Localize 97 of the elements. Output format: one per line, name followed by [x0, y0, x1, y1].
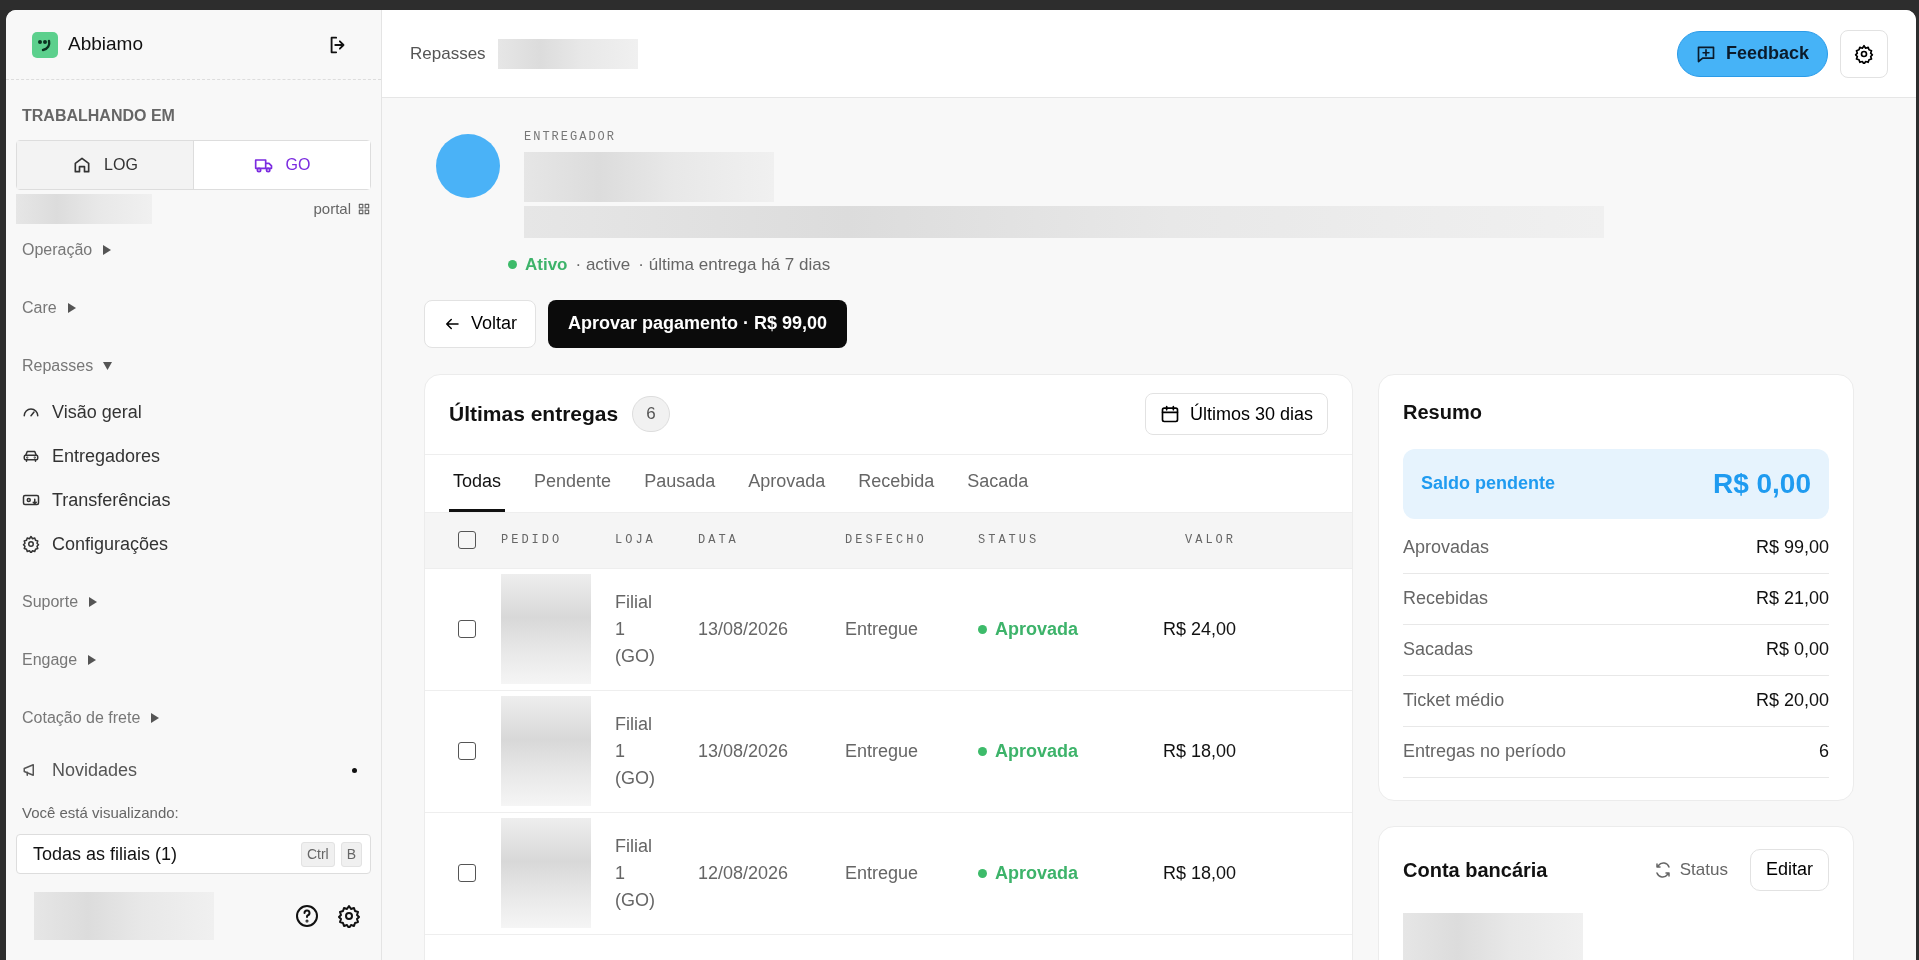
table-cell-text: 13/08/2026: [698, 739, 790, 763]
table-cell-text: Filial 1 (GO): [615, 712, 655, 790]
help-icon[interactable]: [295, 904, 319, 928]
row-checkbox[interactable]: [458, 742, 476, 760]
status-text: Aprovada: [995, 861, 1079, 885]
menu-group[interactable]: Care: [22, 296, 365, 320]
period-button[interactable]: Últimos 30 dias: [1144, 393, 1328, 435]
status-text: Ativo: [525, 254, 568, 276]
caret-right-icon: [150, 713, 160, 723]
summary-value: 6: [1819, 740, 1829, 763]
summary-value: R$ 99,00: [1755, 536, 1829, 559]
filter-tab[interactable]: Sacada: [963, 454, 1033, 512]
status-link[interactable]: Status: [1653, 856, 1728, 883]
menu-item[interactable]: Entregadores: [22, 434, 365, 478]
summary-value: R$ 0,00: [1765, 638, 1829, 661]
select-all-checkbox[interactable]: [458, 531, 476, 549]
column-header: PEDIDO: [501, 532, 564, 549]
menu-group[interactable]: Cotação de frete: [22, 706, 365, 730]
last-delivery: · última entrega há 7 dias: [638, 254, 831, 276]
table-cell-text: Filial 1 (GO): [615, 834, 655, 912]
approve-payment-button[interactable]: Aprovar pagamento · R$ 99,00: [548, 299, 848, 348]
summary-label: Recebidas: [1403, 587, 1489, 610]
filter-tab[interactable]: Pendente: [530, 454, 616, 512]
branch-value: Todas as filiais (1): [33, 842, 178, 866]
menu-group[interactable]: Suporte: [22, 590, 365, 614]
summary-label: Aprovadas: [1403, 536, 1490, 559]
viewing-label: Você está visualizando:: [22, 802, 180, 823]
breadcrumb[interactable]: Repasses: [410, 40, 486, 67]
row-checkbox[interactable]: [458, 864, 476, 882]
table-cell-text: R$ 18,00: [1161, 739, 1236, 763]
summary-label: Ticket médio: [1403, 689, 1505, 712]
logo-icon: [32, 31, 58, 58]
status-dot: [978, 624, 987, 634]
menu-group[interactable]: Repasses: [22, 354, 365, 378]
card-title: Últimas entregas: [449, 401, 619, 428]
house-icon: [72, 155, 93, 175]
back-button[interactable]: Voltar: [424, 299, 537, 348]
table-cell-text: Entregue: [845, 861, 920, 885]
table-cell-text: R$ 24,00: [1161, 617, 1236, 641]
table-cell-text: Entregue: [845, 617, 920, 641]
table-cell-text: R$ 18,00: [1161, 861, 1236, 885]
menu-item[interactable]: Visão geral: [22, 390, 365, 434]
caret-down-icon: [103, 361, 113, 371]
column-header: VALOR: [1184, 532, 1236, 549]
status-dot: [508, 260, 517, 270]
shortcut-key: B: [340, 841, 362, 867]
driver-state: · active: [575, 254, 631, 276]
summary-label: Entregas no período: [1403, 740, 1567, 763]
summary-label: Sacadas: [1403, 638, 1474, 661]
feedback-button[interactable]: Feedback: [1676, 30, 1828, 77]
filter-tab[interactable]: Pausada: [640, 454, 720, 512]
status-text: Aprovada: [995, 739, 1079, 763]
caret-right-icon: [66, 303, 76, 313]
workspace-tab[interactable]: LOG: [17, 141, 194, 189]
section-label: TRABALHANDO EM: [22, 106, 176, 126]
status-dot: [978, 868, 987, 878]
calendar-icon: [1159, 404, 1180, 424]
menu-item[interactable]: Transferências: [22, 478, 365, 522]
row-checkbox[interactable]: [458, 620, 476, 638]
table-cell-text: 12/08/2026: [698, 861, 790, 885]
menu-group[interactable]: Operação: [22, 238, 365, 262]
caret-right-icon: [88, 597, 98, 607]
card-title: Resumo: [1403, 399, 1483, 425]
status-text: Aprovada: [995, 617, 1079, 641]
menu-item[interactable]: Configurações: [22, 522, 365, 566]
count-badge: 6: [632, 396, 670, 432]
column-header: STATUS: [978, 532, 1041, 549]
filter-tab[interactable]: Recebida: [854, 454, 939, 512]
column-header: LOJA: [615, 532, 657, 549]
news-link[interactable]: Novidades: [16, 756, 371, 784]
summary-value: R$ 21,00: [1755, 587, 1829, 610]
status-dot: [978, 746, 987, 756]
caret-right-icon: [102, 245, 112, 255]
settings-button[interactable]: [1840, 29, 1888, 78]
gear-icon: [22, 535, 40, 553]
table-cell-text: 13/08/2026: [698, 617, 790, 641]
settings-icon[interactable]: [337, 904, 361, 928]
settings-icon: [1854, 43, 1874, 64]
summary-value: R$ 20,00: [1755, 689, 1829, 712]
edit-button[interactable]: Editar: [1749, 848, 1829, 891]
filter-tab[interactable]: Aprovada: [744, 454, 830, 512]
brand-name: Abbiamo: [68, 32, 143, 57]
grid-icon: [357, 202, 371, 216]
branch-selector[interactable]: Todas as filiais (1) Ctrl B: [16, 834, 371, 874]
card-title: Conta bancária: [1403, 857, 1548, 883]
portal-link[interactable]: portal: [313, 197, 371, 221]
column-header: DATA: [698, 532, 740, 549]
caret-right-icon: [87, 655, 97, 665]
pending-value: R$ 0,00: [1712, 466, 1811, 501]
table-cell-text: Filial 1 (GO): [615, 590, 655, 668]
table-cell-text: Entregue: [845, 739, 920, 763]
shortcut-key: Ctrl: [300, 841, 335, 867]
role-label: ENTREGADOR: [524, 129, 617, 146]
menu-group[interactable]: Engage: [22, 648, 365, 672]
refresh-icon: [1653, 860, 1672, 879]
pending-label: Saldo pendente: [1421, 472, 1555, 495]
column-header: DESFECHO: [845, 532, 928, 549]
